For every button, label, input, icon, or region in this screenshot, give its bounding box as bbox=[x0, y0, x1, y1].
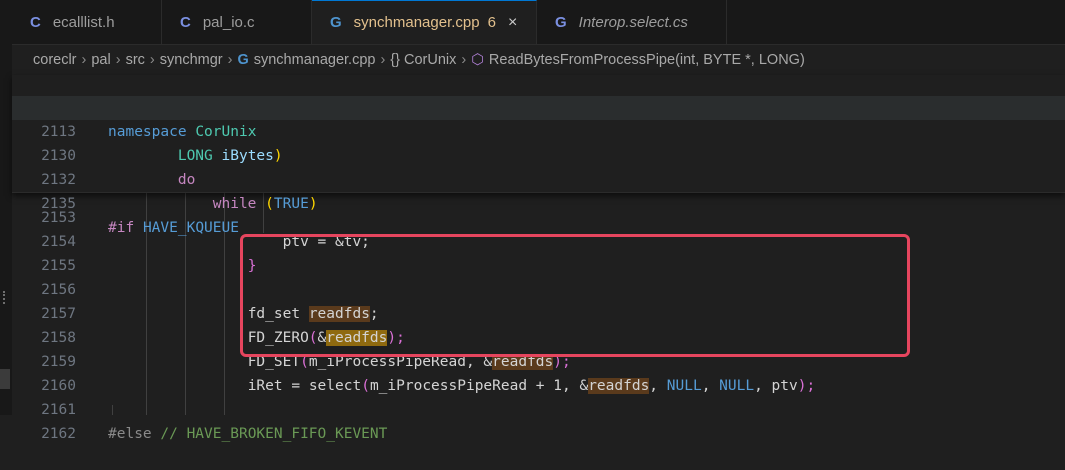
tab-synchmanager[interactable]: G synchmanager.cpp 6 × bbox=[312, 0, 537, 44]
c-file-icon: C bbox=[30, 13, 41, 31]
code-line[interactable]: 2161 #else // HAVE_BROKEN_FIFO_KEVENT bbox=[12, 374, 1065, 442]
chevron-right-icon: › bbox=[149, 52, 155, 68]
activity-marker bbox=[3, 291, 9, 304]
tab-label: pal_io.c bbox=[202, 13, 255, 31]
breadcrumb-item[interactable]: {} CorUnix bbox=[390, 52, 456, 68]
token: #if bbox=[108, 220, 135, 236]
breadcrumb-item[interactable]: synchmgr bbox=[160, 52, 223, 68]
token: ) bbox=[308, 196, 318, 212]
breadcrumb-item[interactable]: coreclr bbox=[33, 52, 77, 68]
code-line[interactable]: 2162 bbox=[12, 398, 1065, 442]
chevron-right-icon: › bbox=[115, 52, 121, 68]
highlight-annotation-box bbox=[240, 234, 910, 357]
sticky-scroll: 57 namespace CorUnix 2113 LONG iBytes) 2… bbox=[12, 72, 1065, 236]
line-number: 2135 bbox=[41, 196, 76, 212]
code-line[interactable]: 2130 do bbox=[12, 120, 1065, 188]
c-file-icon: C bbox=[180, 13, 191, 31]
code-line[interactable]: 2113 LONG iBytes) bbox=[12, 96, 1065, 164]
breadcrumb-item[interactable]: src bbox=[126, 52, 145, 68]
problem-count-badge: 6 bbox=[487, 14, 496, 31]
tab-interop-select[interactable]: G Interop.select.cs bbox=[537, 0, 727, 44]
chevron-right-icon: › bbox=[380, 52, 386, 68]
breadcrumb: coreclr › pal › src › synchmgr › G synch… bbox=[12, 45, 1065, 75]
tab-label: synchmanager.cpp bbox=[353, 14, 480, 31]
breadcrumb-item[interactable]: synchmanager.cpp bbox=[254, 52, 376, 68]
token: while bbox=[212, 196, 257, 212]
chevron-right-icon: › bbox=[227, 52, 233, 68]
close-icon[interactable]: × bbox=[508, 14, 517, 32]
tab-label: Interop.select.cs bbox=[578, 13, 688, 31]
tab-label: ecalllist.h bbox=[52, 13, 115, 31]
method-cube-icon: ⬡ bbox=[471, 52, 484, 68]
chevron-right-icon: › bbox=[81, 52, 87, 68]
cpp-file-icon: G bbox=[237, 52, 249, 68]
breadcrumb-item[interactable]: pal bbox=[91, 52, 110, 68]
token: ( bbox=[265, 196, 274, 212]
token: #else bbox=[108, 426, 152, 442]
breadcrumb-item[interactable]: ReadBytesFromProcessPipe(int, BYTE *, LO… bbox=[489, 52, 805, 68]
editor-tabs: C ecalllist.h C pal_io.c G synchmanager.… bbox=[12, 0, 1065, 45]
line-number: 2162 bbox=[41, 426, 76, 442]
code-line[interactable]: 2135 #if HAVE_KQUEUE bbox=[12, 168, 1065, 236]
tab-ecalllist[interactable]: C ecalllist.h bbox=[12, 0, 162, 44]
activity-scroll-indicator[interactable] bbox=[0, 369, 10, 389]
cpp-file-icon: G bbox=[330, 14, 342, 31]
code-line[interactable]: 57 namespace CorUnix bbox=[12, 72, 1065, 140]
csharp-file-icon: G bbox=[555, 13, 567, 31]
token: TRUE bbox=[273, 196, 309, 212]
activity-bar bbox=[0, 0, 12, 415]
chevron-right-icon: › bbox=[461, 52, 467, 68]
token: // HAVE_BROKEN_FIFO_KEVENT bbox=[160, 426, 388, 442]
code-line[interactable]: 2132 while (TRUE) bbox=[12, 144, 1065, 212]
tab-pal-io[interactable]: C pal_io.c bbox=[162, 0, 312, 44]
token: HAVE_KQUEUE bbox=[142, 220, 239, 236]
